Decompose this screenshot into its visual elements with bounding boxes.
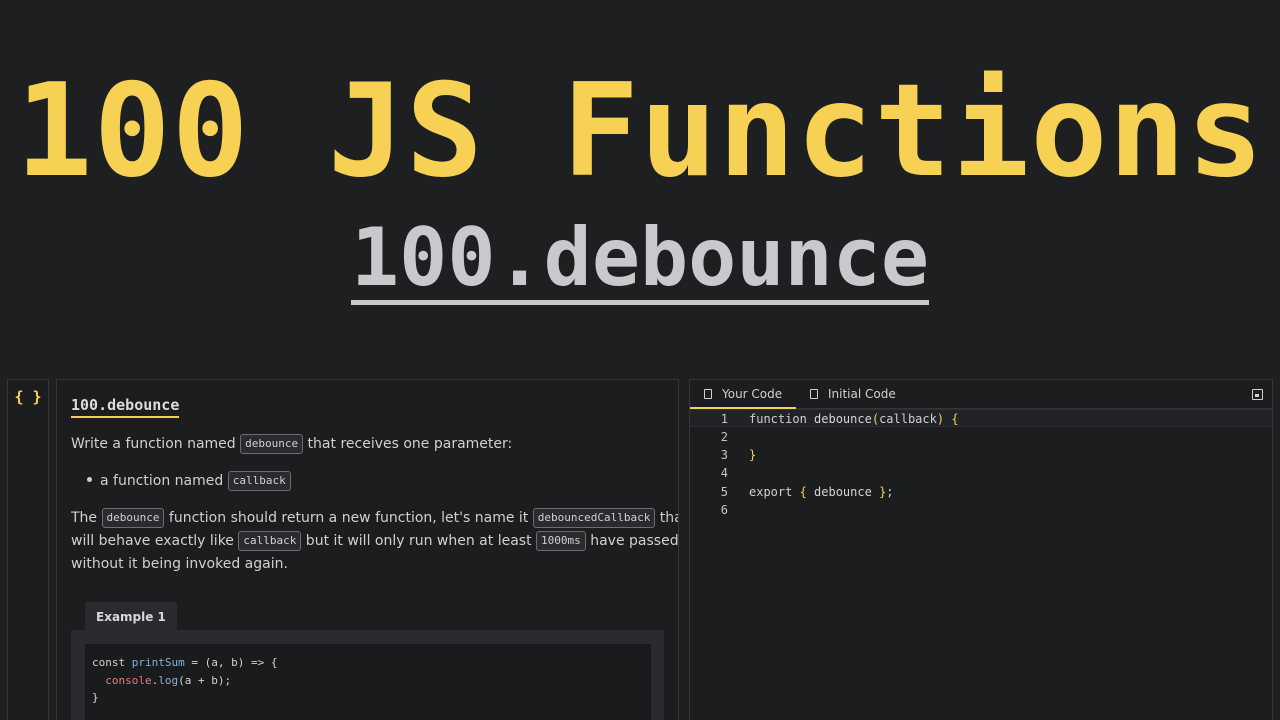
code-token: } bbox=[92, 691, 99, 704]
hero-subtitle-wrap: 100.debounce bbox=[0, 216, 1280, 305]
tab-label: Initial Code bbox=[828, 387, 896, 401]
code-token: ( bbox=[871, 412, 880, 426]
hero-subtitle: 100.debounce bbox=[351, 211, 929, 305]
inline-code: debounce bbox=[240, 434, 304, 454]
file-icon bbox=[810, 389, 818, 399]
description-panel: 100.debounce Write a function named debo… bbox=[56, 379, 679, 720]
tab-your-code[interactable]: Your Code bbox=[690, 380, 797, 409]
tab-label: Your Code bbox=[722, 387, 783, 401]
inline-code: callback bbox=[238, 531, 302, 551]
text: a function named bbox=[100, 473, 228, 489]
description-paragraph-1: Write a function named debounce that rec… bbox=[71, 433, 512, 456]
text: function should return a new function, l… bbox=[164, 510, 533, 526]
editor-tabbar: Your Code Initial Code bbox=[690, 380, 1272, 409]
example-code-block: const printSum = (a, b) => { console.log… bbox=[85, 644, 651, 720]
text: The bbox=[71, 510, 102, 526]
code-line[interactable]: 2 bbox=[690, 428, 1272, 446]
line-number: 5 bbox=[720, 485, 728, 499]
line-number: 2 bbox=[720, 430, 728, 444]
code-line[interactable]: 1 function debounce(callback) { bbox=[690, 409, 1272, 427]
line-number: 3 bbox=[720, 448, 728, 462]
example-tab[interactable]: Example 1 bbox=[85, 602, 177, 632]
text: have passed bbox=[585, 533, 679, 549]
text: that receives one parameter: bbox=[303, 436, 513, 452]
bullet-icon bbox=[87, 477, 92, 482]
code-token: callback bbox=[879, 412, 937, 426]
description-paragraph-2: The debounce function should return a ne… bbox=[71, 507, 678, 530]
code-token: console bbox=[92, 673, 152, 687]
code-token: ; bbox=[886, 485, 894, 499]
description-paragraph-2-line-3: without it being invoked again. bbox=[71, 556, 288, 572]
code-token: export bbox=[749, 485, 800, 499]
code-token: const bbox=[92, 656, 132, 669]
text: Write a function named bbox=[71, 436, 241, 452]
code-token: debounce bbox=[806, 485, 880, 499]
tab-initial-code[interactable]: Initial Code bbox=[796, 380, 910, 409]
list-item: a function named callback bbox=[87, 470, 291, 493]
save-icon[interactable] bbox=[1252, 389, 1263, 400]
file-icon bbox=[704, 389, 712, 399]
code-token: { bbox=[951, 412, 959, 426]
line-content: } bbox=[749, 446, 756, 464]
code-line[interactable]: 5 export { debounce }; bbox=[690, 483, 1272, 501]
code-line[interactable]: 4 bbox=[690, 464, 1272, 482]
example-box: const printSum = (a, b) => { console.log… bbox=[71, 630, 664, 720]
inline-code: debouncedCallback bbox=[532, 508, 656, 528]
left-rail: { } bbox=[7, 379, 49, 720]
line-number: 6 bbox=[720, 503, 728, 517]
line-number: 1 bbox=[720, 412, 728, 426]
problem-title: 100.debounce bbox=[71, 396, 180, 418]
text: that bbox=[659, 510, 678, 526]
code-token: ) bbox=[936, 412, 945, 426]
code-token: = (a, b) => { bbox=[184, 656, 278, 669]
hero-title: 100 JS Functions bbox=[15, 57, 1265, 206]
line-number: 4 bbox=[720, 466, 728, 480]
code-line[interactable]: 6 bbox=[690, 501, 1272, 519]
description-paragraph-2-line-2: will behave exactly like callback but it… bbox=[71, 530, 679, 553]
inline-code: debounce bbox=[101, 508, 165, 528]
text: but it will only run when at least bbox=[301, 533, 537, 549]
text: will behave exactly like bbox=[71, 533, 239, 549]
inline-code: callback bbox=[227, 471, 291, 491]
code-editor-panel: Your Code Initial Code 1 function deboun… bbox=[689, 379, 1273, 720]
code-token: log bbox=[158, 673, 179, 687]
braces-icon[interactable]: { } bbox=[8, 388, 48, 406]
code-token: function bbox=[749, 412, 815, 426]
code-token: { bbox=[799, 485, 807, 499]
line-content: function debounce(callback) { bbox=[749, 410, 959, 428]
code-token: } bbox=[749, 448, 757, 462]
code-token: printSum bbox=[131, 656, 185, 669]
code-token: (a + b); bbox=[178, 673, 232, 687]
code-token: debounce bbox=[814, 412, 872, 426]
code-editor[interactable]: 1 function debounce(callback) { 2 3 } 4 … bbox=[690, 409, 1272, 720]
inline-code: 1000ms bbox=[536, 531, 586, 551]
code-line[interactable]: 3 } bbox=[690, 446, 1272, 464]
line-content: export { debounce }; bbox=[749, 483, 894, 501]
